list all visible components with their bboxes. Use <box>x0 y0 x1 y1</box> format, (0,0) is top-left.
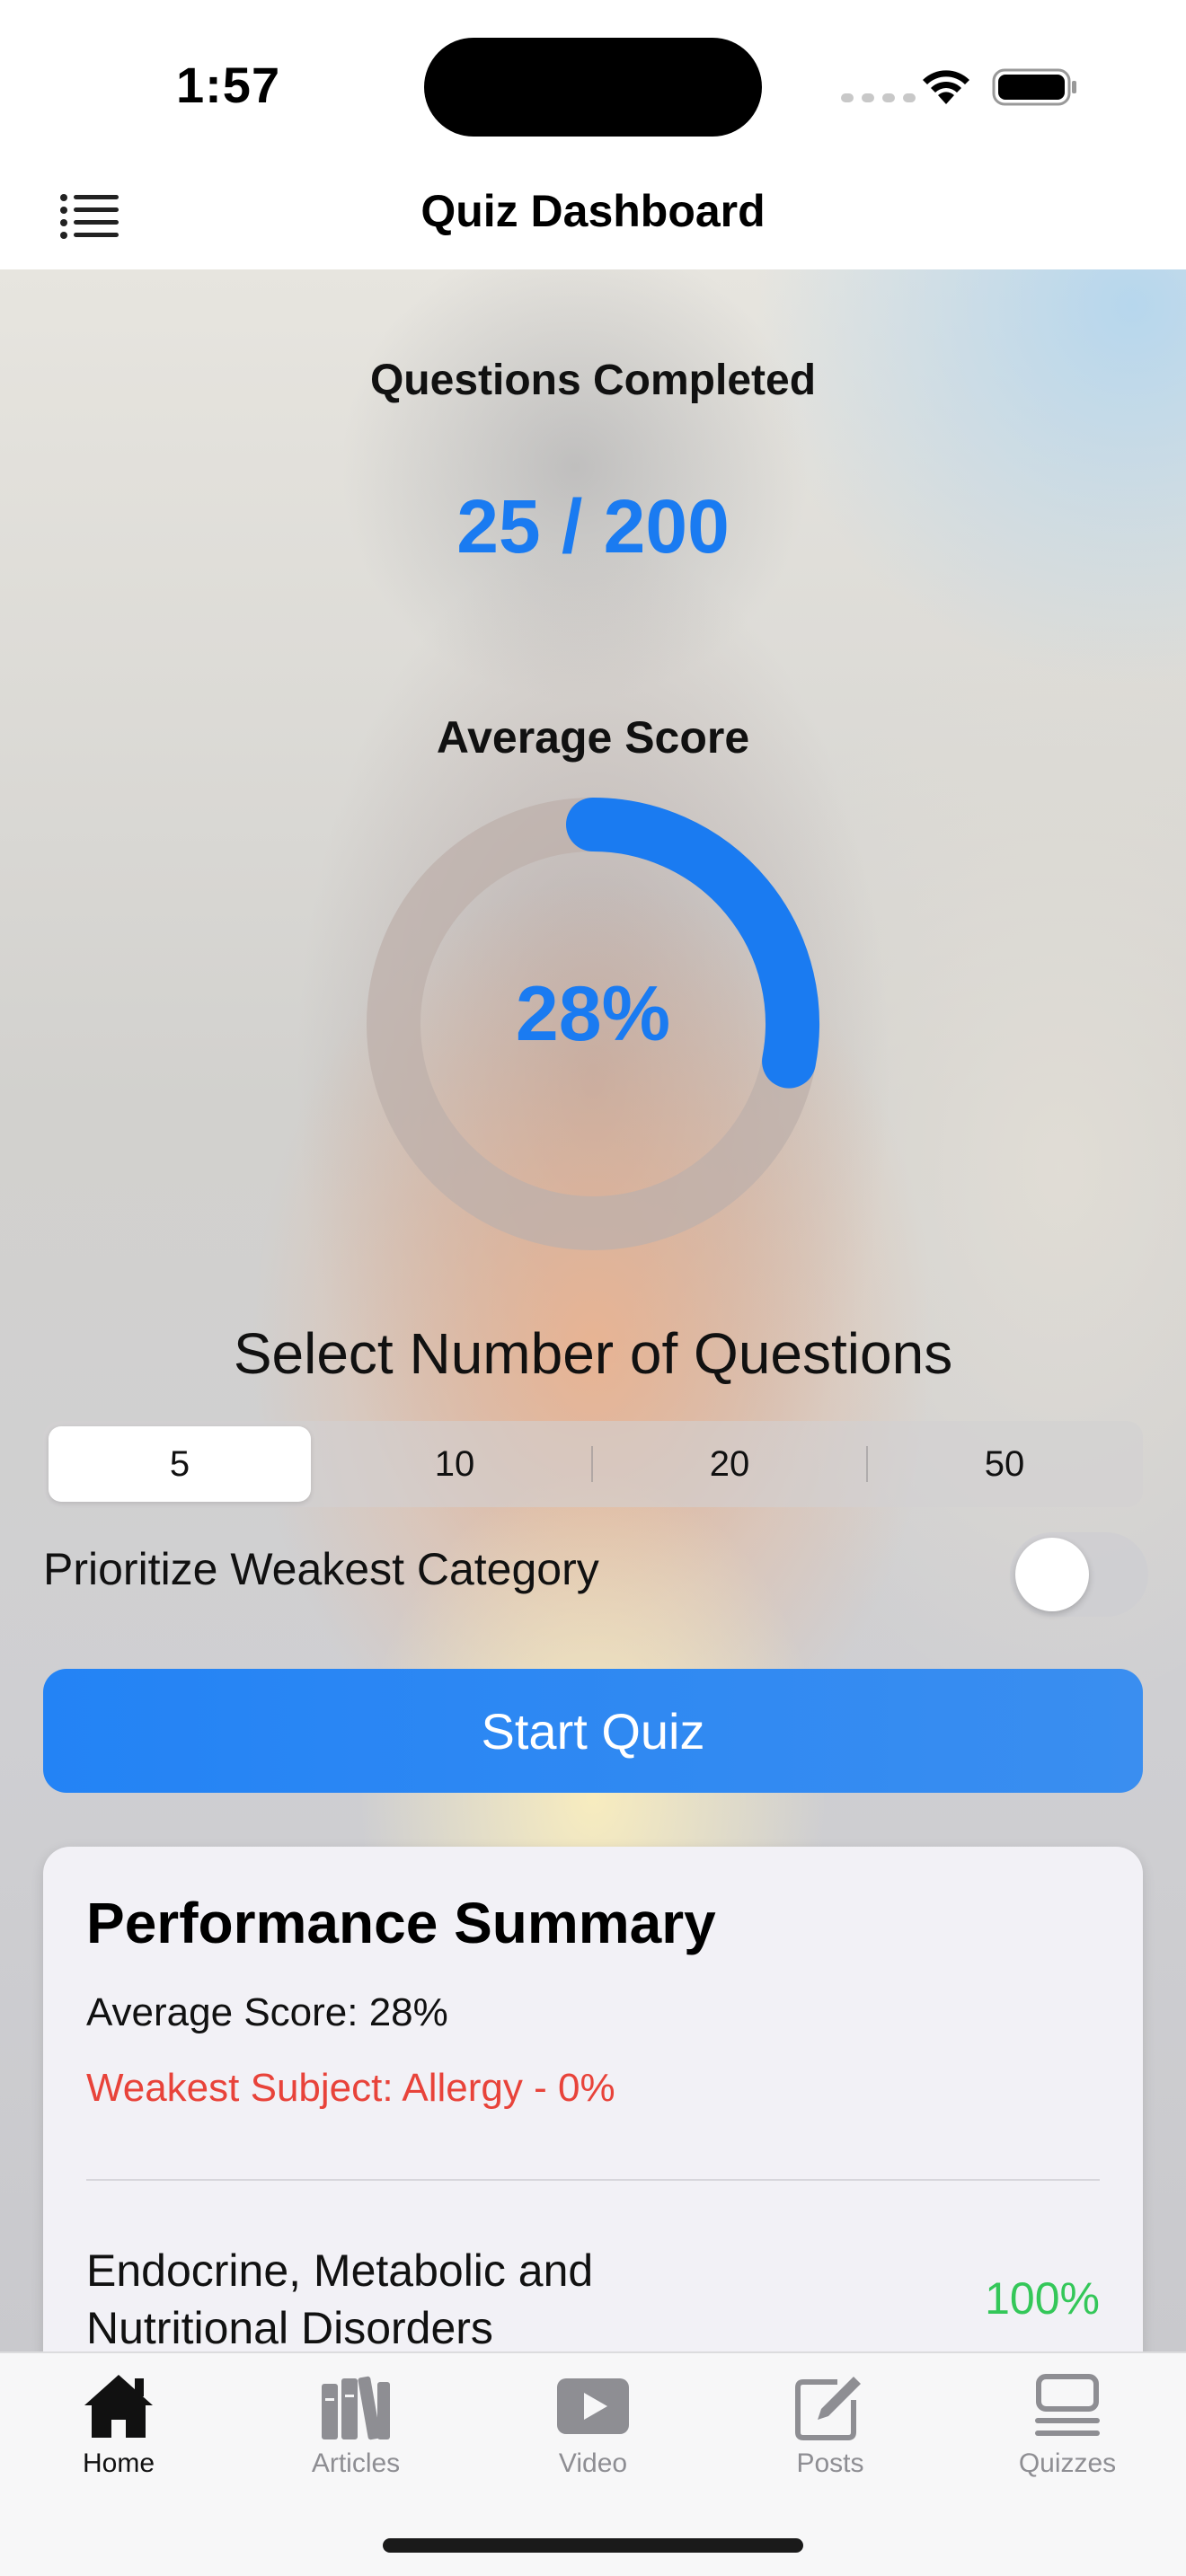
dynamic-island <box>424 38 762 137</box>
subject-score: 100% <box>985 2273 1100 2324</box>
tab-home[interactable]: Home <box>0 2353 237 2506</box>
select-questions-label: Select Number of Questions <box>233 1321 953 1386</box>
prioritize-weakest-toggle[interactable] <box>1010 1532 1148 1617</box>
segment-divider <box>866 1446 868 1482</box>
segment-5[interactable]: 5 <box>49 1426 311 1502</box>
status-time: 1:57 <box>176 57 281 113</box>
average-score-label: Average Score <box>436 712 750 763</box>
battery-icon <box>992 68 1076 106</box>
page-title: Quiz Dashboard <box>420 186 766 236</box>
quiz-list-icon <box>1035 2374 1100 2436</box>
cellular-signal-icon <box>841 93 916 102</box>
subject-name: Endocrine, Metabolic and Nutritional Dis… <box>86 2245 594 2353</box>
segment-divider <box>591 1446 593 1482</box>
performance-summary-card: Performance Summary Average Score: 28% W… <box>43 1847 1143 2353</box>
performance-summary-title: Performance Summary <box>86 1891 716 1955</box>
house-icon <box>84 2375 153 2438</box>
wifi-icon <box>923 70 969 104</box>
tab-label: Video <box>558 2448 628 2478</box>
questions-completed-value: 25 / 200 <box>456 484 730 569</box>
start-quiz-button[interactable]: Start Quiz <box>43 1669 1143 1793</box>
segment-20[interactable]: 20 <box>598 1426 861 1502</box>
tab-label: Articles <box>311 2448 401 2478</box>
dashboard-content: Questions Completed 25 / 200 Average Sco… <box>0 269 1186 2353</box>
summary-divider <box>86 2179 1100 2181</box>
tab-video[interactable]: Video <box>474 2353 712 2506</box>
prioritize-weakest-label: Prioritize Weakest Category <box>43 1544 599 1594</box>
compose-icon <box>795 2377 861 2440</box>
status-bar: 1:57 <box>0 0 1186 162</box>
play-rectangle-icon <box>557 2378 629 2434</box>
summary-weakest-subject: Weakest Subject: Allergy - 0% <box>86 2066 615 2110</box>
home-indicator <box>383 2538 803 2553</box>
tab-label: Quizzes <box>1018 2448 1117 2478</box>
toggle-knob <box>1015 1538 1089 1611</box>
question-count-segmented-control[interactable]: 5 10 20 50 <box>43 1421 1143 1507</box>
summary-average-score: Average Score: 28% <box>86 1990 448 2034</box>
tab-label: Home <box>82 2448 155 2478</box>
tab-label: Posts <box>796 2448 864 2478</box>
average-score-value: 28% <box>515 971 671 1057</box>
tab-quizzes[interactable]: Quizzes <box>949 2353 1186 2506</box>
tab-articles[interactable]: Articles <box>237 2353 474 2506</box>
segment-10[interactable]: 10 <box>323 1426 586 1502</box>
books-icon <box>322 2376 390 2440</box>
tab-posts[interactable]: Posts <box>712 2353 949 2506</box>
segment-50[interactable]: 50 <box>873 1426 1136 1502</box>
questions-completed-label: Questions Completed <box>369 357 817 404</box>
nav-bar: Quiz Dashboard <box>0 162 1186 269</box>
